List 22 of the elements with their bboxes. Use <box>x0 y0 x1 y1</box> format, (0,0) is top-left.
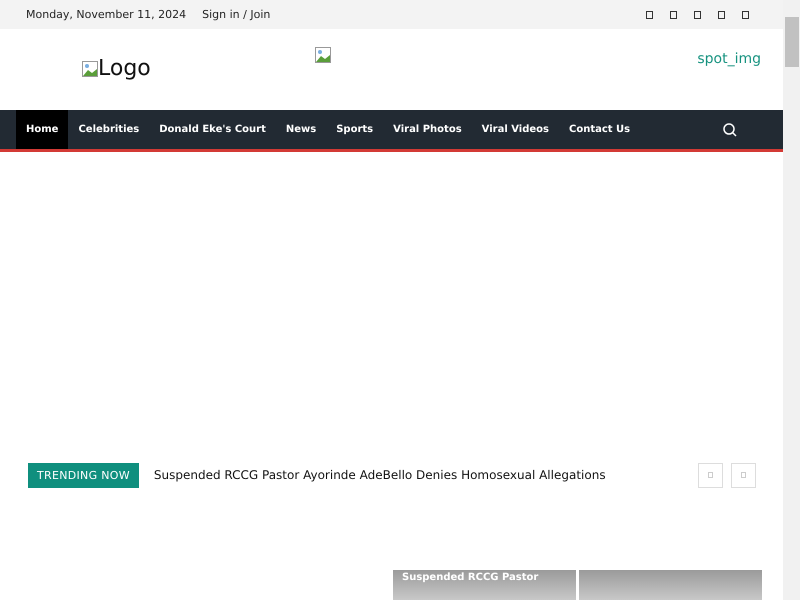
logo-image[interactable]: Logo <box>82 57 151 82</box>
social-icon[interactable] <box>718 10 725 19</box>
nav-item[interactable]: Sports <box>326 110 384 149</box>
ad-placeholder-text: spot_img <box>697 51 761 68</box>
trending-label: TRENDING NOW <box>28 462 139 488</box>
nav-item[interactable]: Viral Videos <box>472 110 559 149</box>
search-icon[interactable] <box>723 122 737 137</box>
broken-image-icon <box>314 47 331 64</box>
nav-item[interactable]: Home <box>16 110 68 149</box>
social-icon[interactable] <box>694 10 701 19</box>
sign-in-link[interactable]: Sign in / Join <box>202 8 270 22</box>
nav-item[interactable]: Contact Us <box>559 110 640 149</box>
social-icon[interactable] <box>670 10 677 19</box>
date-text: Monday, November 11, 2024 <box>26 8 186 22</box>
scrollbar[interactable] <box>783 0 800 600</box>
nav-item[interactable]: News <box>276 110 326 149</box>
social-icon[interactable] <box>742 10 749 19</box>
nav-item[interactable]: Donald Eke's Court <box>149 110 276 149</box>
nav-item[interactable]: Celebrities <box>68 110 150 149</box>
headline-link[interactable]: Suspended RCCG Pastor Ayorinde AdeBello Denies Homosexual Allegations <box>154 468 606 482</box>
nav-item[interactable]: Viral Photos <box>383 110 472 149</box>
social-icon[interactable] <box>646 10 653 19</box>
